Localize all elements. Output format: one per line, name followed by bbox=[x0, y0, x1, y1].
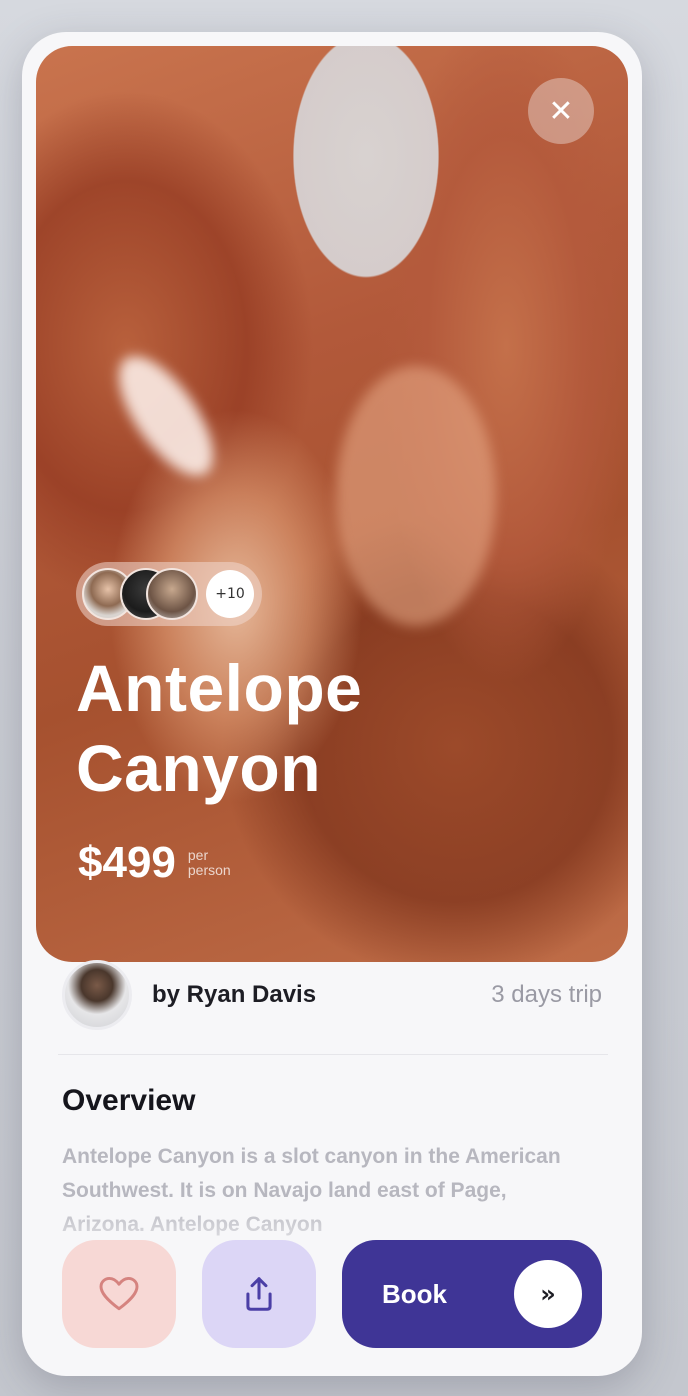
trip-detail-card: ✕ +10 Antelope Canyon $499 per person by… bbox=[22, 32, 642, 1376]
close-icon: ✕ bbox=[548, 93, 574, 129]
traveler-avatar bbox=[146, 568, 198, 620]
travelers-avatars[interactable]: +10 bbox=[76, 562, 262, 626]
double-chevron-right-icon: » bbox=[514, 1260, 582, 1328]
light-glow bbox=[336, 366, 496, 626]
trip-length: 3 days trip bbox=[491, 981, 602, 1008]
hero-image: ✕ +10 Antelope Canyon $499 per person bbox=[36, 46, 628, 962]
light-streak bbox=[101, 341, 231, 491]
book-button[interactable]: Book » bbox=[342, 1240, 602, 1348]
close-button[interactable]: ✕ bbox=[528, 78, 594, 144]
trip-title: Antelope Canyon bbox=[76, 648, 556, 808]
overview-heading: Overview bbox=[62, 1084, 196, 1117]
share-icon bbox=[246, 1277, 272, 1311]
author-avatar[interactable] bbox=[62, 960, 132, 1030]
price-row: $499 per person bbox=[78, 838, 231, 888]
price-unit-line1: per bbox=[187, 847, 209, 863]
extra-travelers-badge: +10 bbox=[206, 570, 254, 618]
heart-icon bbox=[99, 1276, 139, 1311]
author-row: by Ryan Davis 3 days trip bbox=[62, 958, 602, 1032]
price: $499 bbox=[78, 838, 176, 887]
price-unit: per person bbox=[188, 848, 231, 878]
author-name[interactable]: by Ryan Davis bbox=[152, 981, 316, 1009]
trip-title-line2: Canyon bbox=[76, 731, 322, 805]
divider bbox=[58, 1054, 608, 1055]
book-label: Book bbox=[382, 1278, 447, 1309]
like-button[interactable] bbox=[62, 1240, 176, 1348]
price-unit-line2: person bbox=[187, 862, 231, 878]
trip-title-line1: Antelope bbox=[76, 651, 363, 725]
share-button[interactable] bbox=[202, 1240, 316, 1348]
